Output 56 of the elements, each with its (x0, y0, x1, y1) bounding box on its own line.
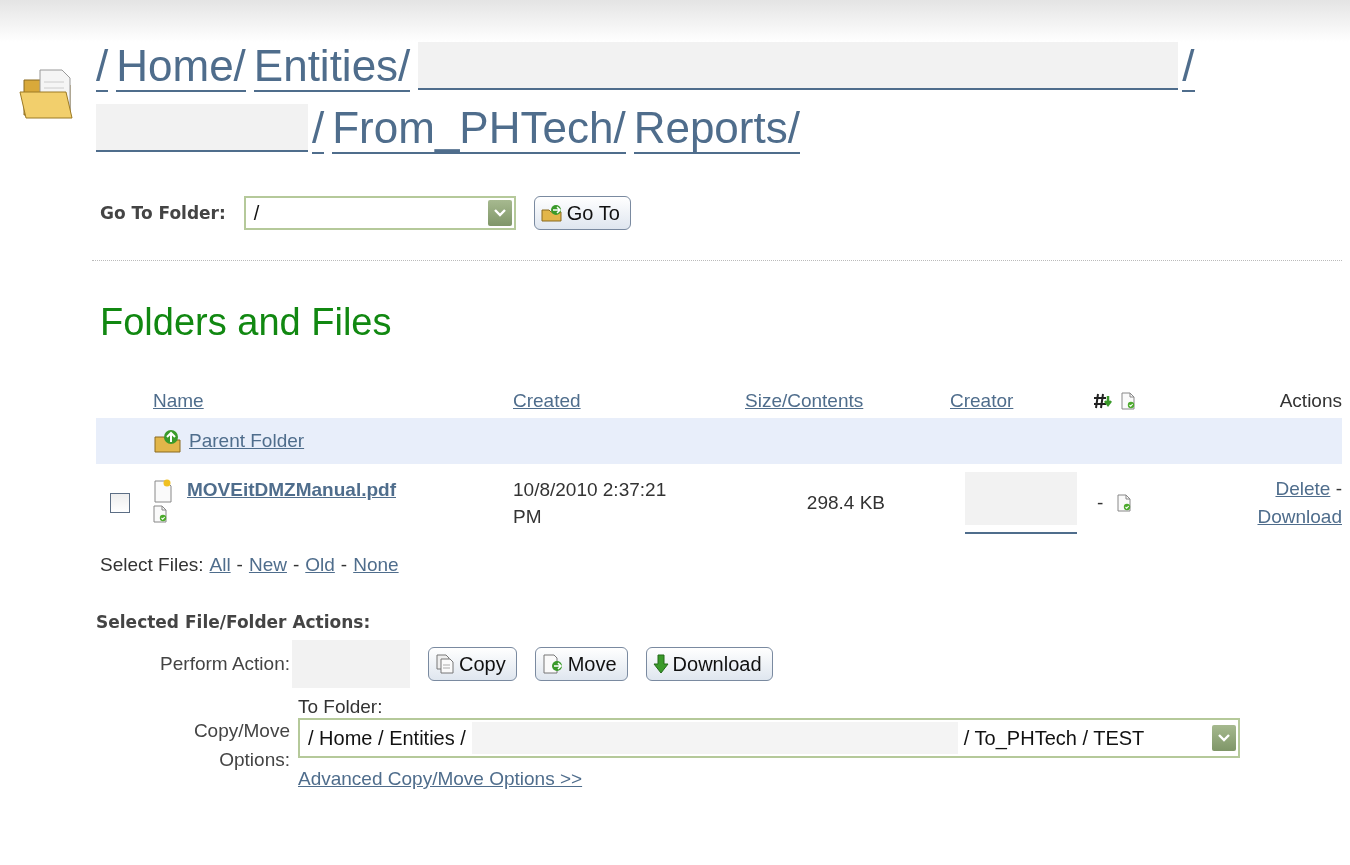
row-action-link[interactable]: Download (1257, 506, 1342, 527)
column-header-link[interactable]: Size/Contents (745, 390, 864, 411)
folder-select[interactable]: / (243, 196, 516, 230)
go-to-button[interactable]: Go To (533, 196, 631, 230)
copy-move-options-label: Copy/Move Options: (192, 719, 290, 772)
go-to-folder-label: Go To Folder: (100, 203, 226, 223)
page-check-icon (1117, 494, 1132, 512)
separator: - (1335, 478, 1342, 499)
column-header-link[interactable]: Created (513, 390, 581, 411)
select-files-link[interactable]: New (248, 554, 287, 576)
select-files-link[interactable]: All (209, 554, 231, 576)
action-button[interactable]: Move (534, 647, 628, 681)
folder-icon (18, 66, 76, 122)
copy-icon (435, 653, 455, 675)
parent-folder-link[interactable]: Parent Folder (189, 430, 305, 452)
column-header-link[interactable]: Name (153, 390, 204, 411)
file-name-link[interactable]: MOVEitDMZManual.pdf (187, 478, 513, 501)
separator: - (340, 554, 348, 576)
download-arrow-icon (652, 654, 669, 674)
page-check-icon (153, 504, 167, 523)
folder-arrow-icon (540, 204, 563, 222)
breadcrumb-link[interactable]: Reports/ (633, 104, 800, 154)
parent-folder-row[interactable]: Parent Folder (96, 418, 1342, 464)
to-folder-select[interactable]: / Home / Entities / / To_PHTech / TEST (298, 718, 1240, 758)
action-button[interactable]: Copy (428, 647, 517, 681)
column-header: Actions (1278, 390, 1342, 412)
breadcrumb-link[interactable]: / (1182, 42, 1195, 92)
file-icon (153, 478, 173, 503)
select-value: / Home / Entities / (308, 726, 466, 750)
selected-actions-title: Selected File/Folder Actions: (96, 612, 372, 632)
breadcrumb-link[interactable]: From_PHTech/ (332, 104, 626, 154)
row-action-link[interactable]: Delete (1275, 478, 1331, 499)
select-files-label: Select Files: (100, 554, 204, 576)
separator: - (236, 554, 243, 576)
select-files-link[interactable]: Old (305, 554, 335, 576)
hash-sort-icon[interactable] (1093, 392, 1113, 410)
perform-action-label: Perform Action: (159, 653, 290, 675)
row-checkbox[interactable] (110, 493, 130, 513)
action-button[interactable]: Download (645, 647, 773, 681)
breadcrumb-link[interactable]: Home/ (116, 42, 246, 92)
page-check-icon (1121, 392, 1135, 410)
select-files-link[interactable]: None (353, 554, 399, 576)
created-date: 10/8/2010 2:37:21 PM (513, 478, 668, 529)
breadcrumb-link[interactable]: / (96, 42, 109, 92)
file-size: 298.4 KB (805, 492, 886, 514)
download-count: - (1097, 492, 1104, 514)
breadcrumb-link[interactable]: / (312, 104, 325, 154)
breadcrumb-link[interactable]: Entities/ (253, 42, 411, 92)
separator: - (292, 554, 300, 576)
select-value: / To_PHTech / TEST (963, 726, 1145, 750)
column-header-link[interactable]: Creator (950, 390, 1014, 411)
folder-up-icon (153, 429, 183, 453)
section-title: Folders and Files (100, 301, 393, 344)
to-folder-label: To Folder: (298, 696, 384, 718)
advanced-options-link[interactable]: Advanced Copy/Move Options >> (298, 768, 1240, 790)
move-icon (541, 653, 564, 675)
